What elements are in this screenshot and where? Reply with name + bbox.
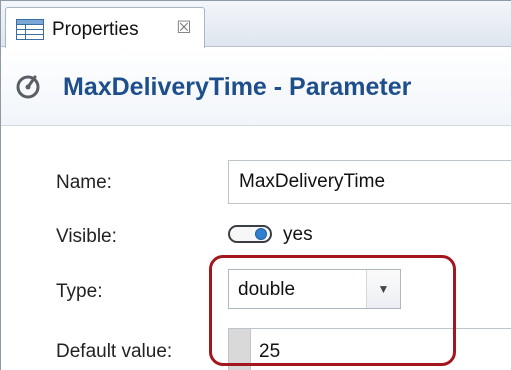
tab-properties[interactable]: Properties ☒ [5,7,205,48]
default-value-field[interactable]: 25 [228,328,511,370]
name-label: Name: [56,172,112,193]
toggle-knob [255,228,267,240]
type-selected-value: double [238,279,296,300]
close-icon[interactable]: ☒ [174,17,194,39]
properties-header: MaxDeliveryTime - Parameter [1,48,511,126]
visible-toggle[interactable] [228,225,272,243]
chevron-down-icon[interactable]: ▼ [366,270,400,308]
code-editor-gutter [229,329,251,370]
visible-label: Visible: [56,226,117,247]
type-label: Type: [56,281,103,302]
properties-view: Properties ☒ MaxDeliveryTime - Parameter… [0,0,511,370]
name-field[interactable]: MaxDeliveryTime [228,160,511,204]
visible-toggle-text: yes [283,224,313,245]
default-value-text: 25 [259,341,281,362]
default-value-label: Default value: [56,341,173,362]
tab-bar: Properties ☒ [1,1,511,48]
parameter-icon [16,75,40,99]
page-title: MaxDeliveryTime - Parameter [63,73,412,101]
tab-label: Properties [52,19,139,40]
type-dropdown[interactable]: double ▼ [228,269,401,309]
properties-table-icon [16,19,44,40]
